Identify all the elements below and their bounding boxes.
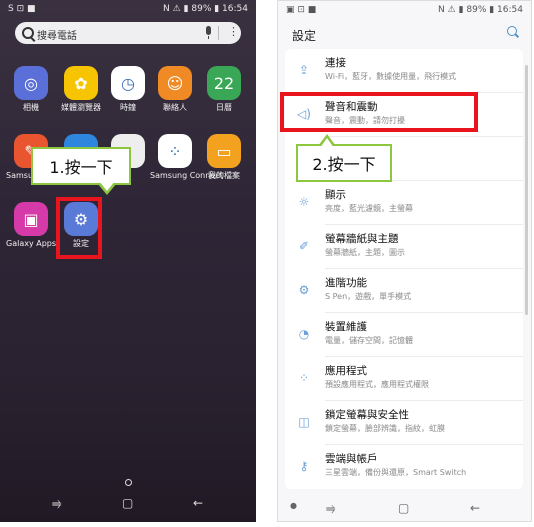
settings-item-title: 裝置維護 [325,321,367,333]
calendar-icon: 22 [207,66,241,100]
connect-icon: ⁘ [158,134,192,168]
search-bar[interactable]: 搜尋電話 ⋮ [15,22,241,44]
page-indicator [125,479,132,486]
callout-text: 2.按一下 [312,155,376,174]
status-bar: S ⊡ ■ N ⚠ ▮ 89% ▮ 16:54 [0,0,256,18]
app-camera[interactable]: ◎ 相機 [6,66,56,113]
app-label: Galaxy Apps [6,239,57,248]
recent-apps-icon[interactable]: ⥤ [52,496,62,511]
apps-icon: ⁘ [298,371,310,385]
maintenance-icon: ◔ [298,327,310,341]
search-input[interactable]: 搜尋電話 [37,27,77,42]
app-gallery[interactable]: ✿ 媒體瀏覽器 [56,66,106,113]
lock-icon: ◫ [298,415,310,429]
app-contacts[interactable]: ☺ 聯絡人 [150,66,200,113]
status-left: S ⊡ ■ [8,4,36,14]
app-glyph: ◎ [24,73,38,93]
app-label: 時鐘 [120,103,136,112]
folder-icon: ▭ [207,134,241,168]
app-glyph: ☺ [166,73,184,93]
settings-item[interactable]: ◫ 鎖定螢幕與安全性鎖定螢幕，臉部辨識，指紋，虹膜 [285,401,523,445]
settings-item-title: 雲端與帳戶 [325,453,378,465]
settings-item[interactable]: ⚙ 進階功能 S Pen，遊戲，單手模式 [285,269,523,313]
settings-item[interactable]: ⁘ 應用程式預設應用程式，應用程式權限 [285,357,523,401]
app-clock[interactable]: ◷ 時鐘 [103,66,153,113]
settings-item-subtitle: 鎖定螢幕，臉部辨識，指紋，虹膜 [325,424,445,433]
display-icon: ☼ [298,195,310,209]
nav-dot-icon: ● [290,501,297,510]
settings-screen: ▣ ⊡ ■ N ⚠ ▮ 89% ▮ 16:54 設定 ⇪ 連接 Wi-Fi，藍牙，數… [277,0,532,522]
settings-item[interactable]: ✐ 螢幕牆紙與主題 螢幕牆紙，主題，圖示 [285,225,523,269]
callout-step-2: 2.按一下 [296,134,392,182]
recent-apps-icon[interactable]: ⥤ [326,501,336,516]
key-icon: ⚷ [299,459,309,473]
settings-item-subtitle: S Pen，遊戲，單手模式 [325,292,412,301]
settings-item-title: 螢幕牆紙與主題 [325,233,399,245]
settings-item-title: 顯示 [325,189,346,201]
settings-item-title: 應用程式 [325,365,367,377]
search-icon[interactable] [507,26,517,36]
app-glyph: ▭ [216,141,232,161]
settings-item-subtitle: 預設應用程式，應用程式權限 [325,380,429,389]
app-glyph: ⁘ [168,141,182,161]
settings-item-subtitle: 亮度，藍光濾鏡，主螢幕 [325,204,413,213]
callout-text: 1.按一下 [49,158,113,177]
camera-icon: ◎ [14,66,48,100]
app-label: 日曆 [216,103,232,112]
status-right: N ⚠ ▮ 89% ▮ 16:54 [438,5,523,15]
advanced-icon: ⚙ [298,283,310,297]
app-label: 媒體瀏覽器 [61,103,101,112]
app-galaxy-apps[interactable]: ▣ Galaxy Apps [6,202,56,249]
scrollbar[interactable] [525,65,528,315]
microphone-icon[interactable] [206,26,211,39]
clock-icon: ◷ [111,66,145,100]
settings-item-title: 連接 [325,57,346,69]
home-icon[interactable]: ▢ [122,496,133,510]
app-label: 聯絡人 [163,103,187,112]
more-options-icon[interactable]: ⋮ [228,25,239,39]
settings-item-title: 鎖定螢幕與安全性 [325,409,409,421]
back-icon[interactable]: ← [470,501,480,515]
theme-icon: ✐ [298,239,310,253]
settings-item[interactable]: ◔ 裝置維護電量，儲存空間，記憶體 [285,313,523,357]
gallery-icon: ✿ [64,66,98,100]
settings-item-subtitle: Wi-Fi，藍牙，數據使用量，飛行模式 [325,72,457,81]
home-icon[interactable]: ▢ [398,501,409,515]
connection-icon: ⇪ [298,63,310,77]
settings-item[interactable]: ⚷ 雲端與帳戶三星雲端，備份與還原，Smart Switch [285,445,523,489]
settings-header: 設定 [278,19,531,49]
settings-item-subtitle: 螢幕牆紙，主題，圖示 [325,248,405,257]
status-right: N ⚠ ▮ 89% ▮ 16:54 [163,4,248,14]
app-label: Samsung Connect [150,171,223,180]
divider [218,26,219,40]
app-label: 相機 [23,103,39,112]
galaxy-apps-icon: ▣ [14,202,48,236]
app-label: 我的檔案 [208,171,240,180]
callout-step-1: 1.按一下 [31,147,131,195]
settings-item-subtitle: 電量，儲存空間，記憶體 [325,336,413,345]
app-folder[interactable]: ▭ 我的檔案 [199,134,249,181]
contacts-icon: ☺ [158,66,192,100]
status-bar: ▣ ⊡ ■ N ⚠ ▮ 89% ▮ 16:54 [278,1,531,19]
app-connect[interactable]: ⁘ Samsung Connect [150,134,223,181]
search-icon [22,27,34,39]
app-glyph: ◷ [121,73,135,93]
home-screen: S ⊡ ■ N ⚠ ▮ 89% ▮ 16:54 搜尋電話 ⋮ ◎ 相機 ✿ 媒體瀏覽器… [0,0,256,522]
app-glyph: ▣ [23,209,39,229]
settings-item[interactable]: ☼ 顯示亮度，藍光濾鏡，主螢幕 [285,181,523,225]
page-title: 設定 [292,29,317,43]
settings-item[interactable]: ⇪ 連接 Wi-Fi，藍牙，數據使用量，飛行模式 [285,49,523,93]
app-glyph: ✿ [74,73,88,93]
highlight-settings-app [56,197,102,259]
status-left: ▣ ⊡ ■ [286,5,317,15]
app-glyph: 22 [213,73,235,93]
settings-item-title: 進階功能 [325,277,367,289]
highlight-sound-item [280,92,478,132]
back-icon[interactable]: ← [193,496,203,510]
app-calendar[interactable]: 22 日曆 [199,66,249,113]
settings-item-subtitle: 三星雲端，備份與還原，Smart Switch [325,468,467,477]
navigation-bar: ⥤ ▢ ← [0,496,256,514]
